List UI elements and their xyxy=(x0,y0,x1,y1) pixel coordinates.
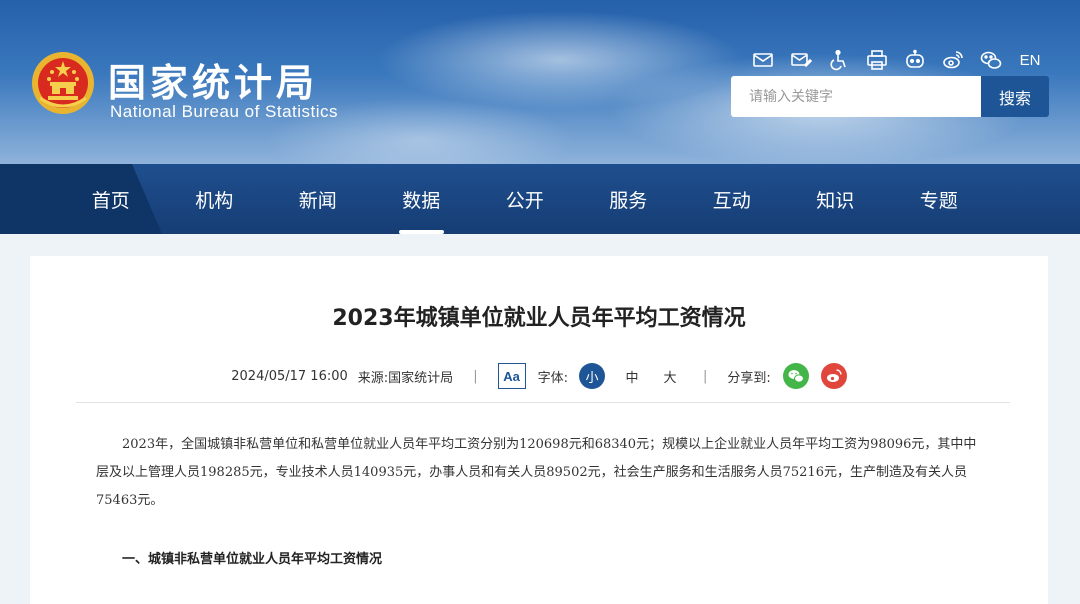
robot-icon[interactable] xyxy=(896,46,934,74)
nav-item-data[interactable]: 数据 xyxy=(370,164,474,234)
article-meta: 2024/05/17 16:00 来源: 国家统计局 | Aa 字体: 小 中 … xyxy=(30,362,1048,390)
share-label: 分享到: xyxy=(727,370,771,386)
site-header: 国家统计局 National Bureau of Statistics EN 搜… xyxy=(0,0,1080,164)
source-label: 来源: xyxy=(357,370,389,386)
nav-item-knowledge[interactable]: 知识 xyxy=(784,164,888,234)
main-nav: 首页 机构 新闻 数据 公开 服务 互动 知识 专题 xyxy=(0,164,1080,234)
meta-separator: | xyxy=(473,368,478,384)
font-size-medium[interactable]: 中 xyxy=(619,363,645,389)
nav-item-interaction[interactable]: 互动 xyxy=(680,164,784,234)
font-size-icon[interactable]: Aa xyxy=(497,363,526,389)
accessibility-icon[interactable] xyxy=(820,46,858,74)
nav-item-topics[interactable]: 专题 xyxy=(887,164,991,234)
search-button[interactable]: 搜索 xyxy=(981,76,1049,117)
article-paragraph: 2023年，全国城镇非私营单位和私营单位就业人员年平均工资分别为120698元和… xyxy=(96,437,977,508)
meta-separator: | xyxy=(702,368,708,384)
language-en-link[interactable]: EN xyxy=(1010,52,1050,69)
print-icon[interactable] xyxy=(858,46,896,74)
share-weibo-icon[interactable] xyxy=(820,363,847,389)
header-tools: EN xyxy=(744,46,1050,74)
nav-item-public[interactable]: 公开 xyxy=(473,164,577,234)
weibo-icon[interactable] xyxy=(934,46,972,74)
source-name: 国家统计局 xyxy=(388,370,454,386)
nav-item-home[interactable]: 首页 xyxy=(59,164,163,234)
font-size-small[interactable]: 小 xyxy=(578,363,605,389)
mail-icon[interactable] xyxy=(744,46,782,74)
meta-divider xyxy=(76,402,1010,403)
nav-item-services[interactable]: 服务 xyxy=(577,164,681,234)
national-emblem-icon xyxy=(32,52,94,114)
mail-edit-icon[interactable] xyxy=(782,46,820,74)
article-title: 2023年城镇单位就业人员年平均工资情况 xyxy=(332,306,746,331)
font-size-label: 字体: xyxy=(537,370,568,386)
share-wechat-icon[interactable] xyxy=(782,363,809,389)
nav-item-organization[interactable]: 机构 xyxy=(163,164,267,234)
brand-name-en[interactable]: National Bureau of Statistics xyxy=(110,102,338,122)
section-heading: 一、城镇非私营单位就业人员年平均工资情况 xyxy=(122,552,383,567)
article-card: 2023年城镇单位就业人员年平均工资情况 2024/05/17 16:00 来源… xyxy=(30,256,1048,604)
wechat-icon[interactable] xyxy=(972,46,1010,74)
font-size-large[interactable]: 大 xyxy=(657,363,683,389)
search-input[interactable] xyxy=(731,76,981,117)
publish-date: 2024/05/17 16:00 xyxy=(231,368,348,384)
nav-item-news[interactable]: 新闻 xyxy=(266,164,370,234)
brand-name-cn[interactable]: 国家统计局 xyxy=(108,52,318,107)
search-bar: 搜索 xyxy=(731,76,1049,117)
